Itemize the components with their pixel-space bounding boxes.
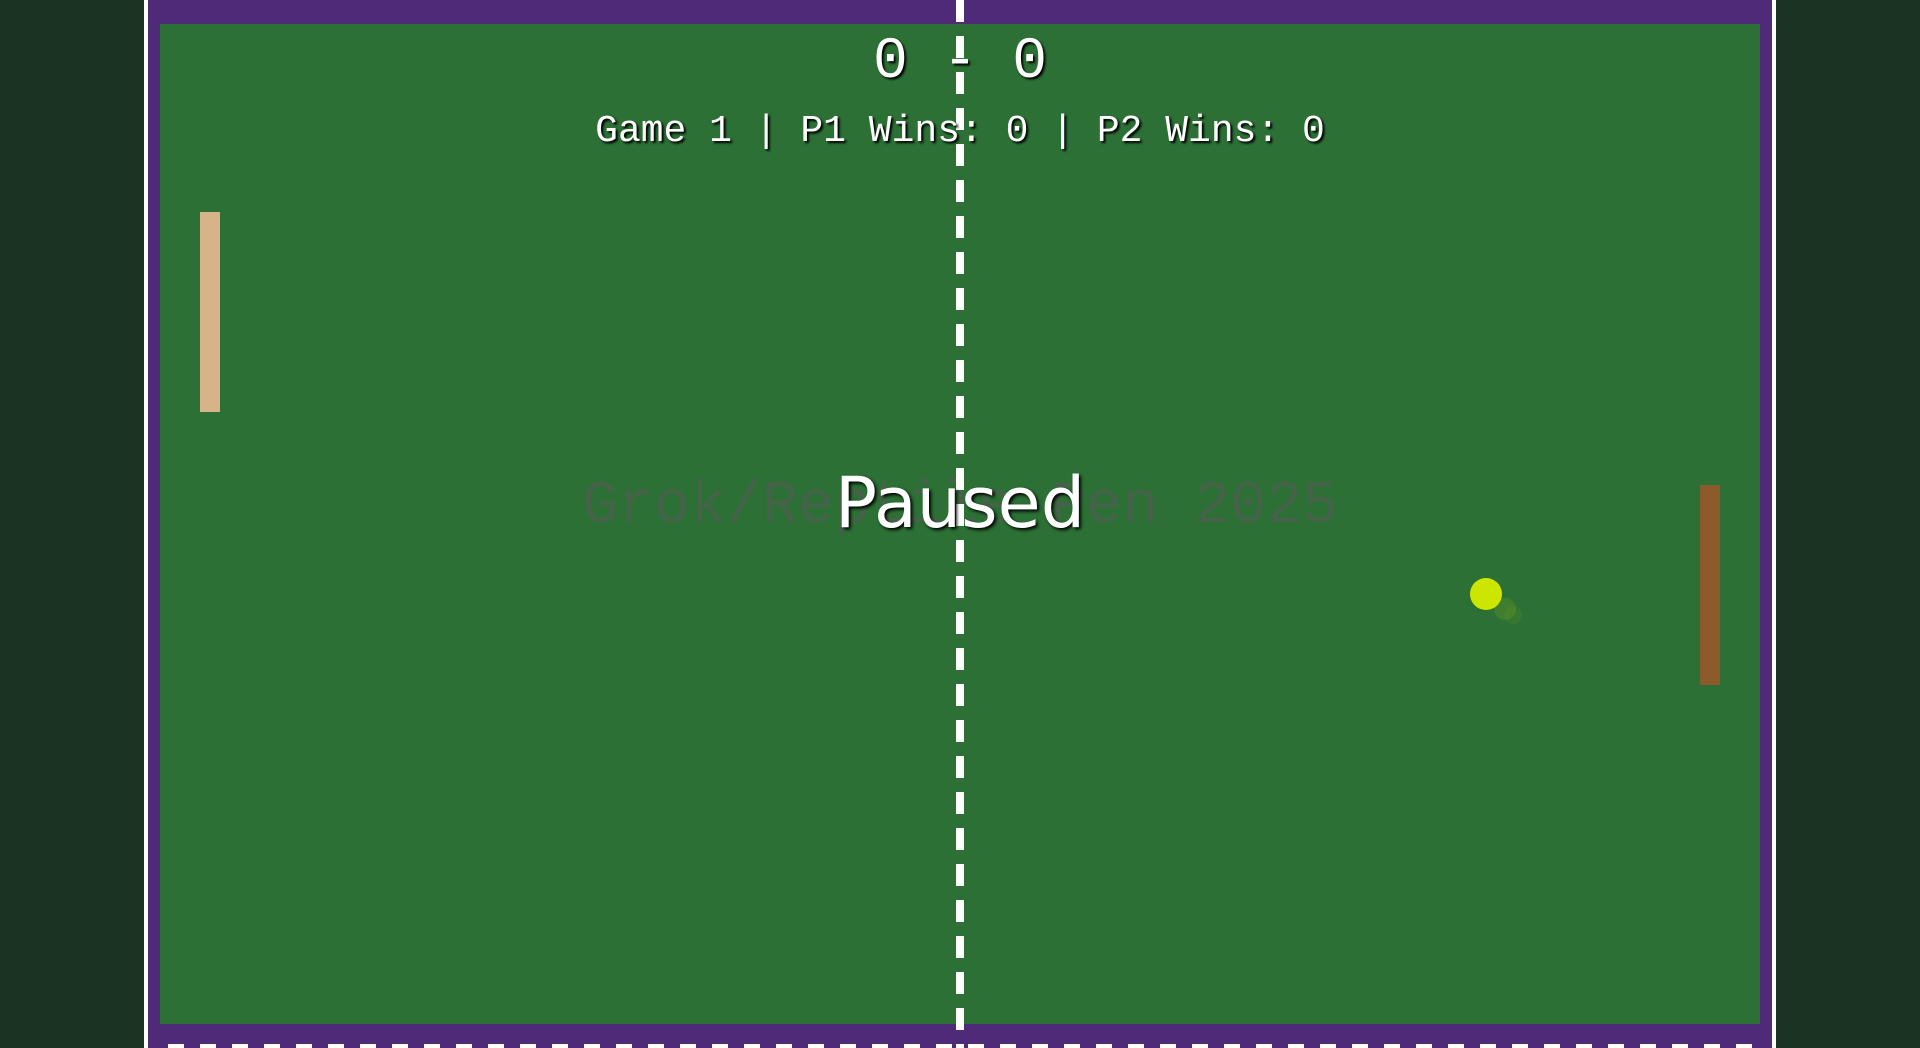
left-paddle [200, 212, 220, 412]
ball [1470, 578, 1502, 610]
bottom-dashed-line [168, 1044, 1752, 1048]
game-stage: Grok/Reptile Pen 2025 0 - 0 Game 1 | P1 … [0, 0, 1920, 1048]
paused-overlay-text: Paused [834, 462, 1086, 544]
right-paddle [1700, 485, 1720, 685]
frame-line-right [1772, 0, 1776, 1048]
score-display: 0 - 0 [872, 30, 1048, 95]
match-stats: Game 1 | P1 Wins: 0 | P2 Wins: 0 [595, 110, 1325, 153]
